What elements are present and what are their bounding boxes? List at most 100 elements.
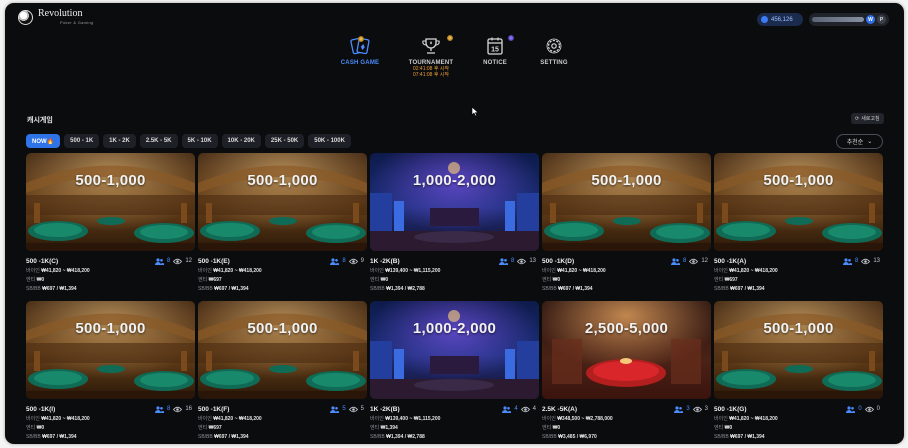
buyin-range: ₩41,820 ~ ₩418,200 bbox=[41, 268, 90, 274]
refresh-label: 새로고침 bbox=[861, 116, 880, 122]
filter-chip[interactable]: 500 - 1K bbox=[64, 134, 100, 148]
table-name: 2.5K -5K(A) bbox=[542, 405, 578, 413]
blinds-value: ₩1,394 / ₩2,788 bbox=[386, 286, 425, 292]
ante-label: 엔티 bbox=[542, 277, 552, 283]
table-thumbnail[interactable]: 500-1,000 bbox=[198, 301, 367, 399]
table-grid: 500-1,000 500 -1K(C) 8 12 바이인 ₩41,820 ~ … bbox=[26, 153, 884, 444]
table-thumbnail[interactable]: 1,000-2,000 bbox=[370, 153, 539, 251]
table-card[interactable]: 2,500-5,000 2.5K -5K(A) 3 3 바이인 ₩348,500… bbox=[542, 301, 711, 444]
balance-pill[interactable]: 456,126 bbox=[757, 13, 803, 26]
table-info: 바이인 ₩41,820 ~ ₩418,200 엔티 ₩697 SB/BB ₩69… bbox=[198, 267, 367, 294]
tournament-start-time-2: 07:41:08 후 시작 bbox=[412, 72, 450, 78]
table-card[interactable]: 1,000-2,000 1K -2K(B) 4 4 바이인 ₩139,400 ~… bbox=[370, 301, 539, 444]
table-thumbnail[interactable]: 2,500-5,000 bbox=[542, 301, 711, 399]
table-thumbnail[interactable]: 500-1,000 bbox=[542, 153, 711, 251]
buyin-label: 바이인 bbox=[26, 416, 40, 422]
table-stats: 8 12 bbox=[154, 257, 192, 265]
filter-chip[interactable]: 10K - 20K bbox=[221, 134, 261, 148]
points-badge[interactable]: P bbox=[877, 15, 886, 24]
buyin-label: 바이인 bbox=[542, 416, 556, 422]
filter-chip[interactable]: NOW🔥 bbox=[26, 134, 61, 148]
buyin-label: 바이인 bbox=[714, 416, 728, 422]
stakes-label: 500-1,000 bbox=[591, 172, 662, 189]
players-count: 8 bbox=[166, 258, 171, 264]
table-card[interactable]: 500-1,000 500 -1K(A) 8 13 바이인 ₩41,820 ~ … bbox=[714, 153, 883, 299]
ante-value: ₩0 bbox=[380, 277, 389, 283]
blinds-value: ₩697 / ₩1,394 bbox=[42, 434, 77, 440]
filter-chip[interactable]: 2.5K - 5K bbox=[139, 134, 178, 148]
table-info: 바이인 ₩41,820 ~ ₩418,200 엔티 ₩0 SB/BB ₩697 … bbox=[26, 267, 195, 294]
ante-label: 엔티 bbox=[714, 425, 724, 431]
nav-highlight-dot bbox=[358, 36, 364, 42]
ante-label: 엔티 bbox=[714, 277, 724, 283]
profile-pill[interactable]: W P bbox=[809, 13, 889, 26]
buyin-range: ₩139,400 ~ ₩1,115,200 bbox=[385, 268, 441, 274]
sort-dropdown[interactable]: 추천순 ⌄ bbox=[836, 134, 883, 149]
blinds-value: ₩697 / ₩1,394 bbox=[42, 286, 77, 292]
blinds-label: SB/BB bbox=[542, 286, 557, 292]
players-count: 0 bbox=[858, 406, 862, 412]
filter-chip[interactable]: 25K - 50K bbox=[264, 134, 305, 148]
ante-value: ₩0 bbox=[36, 425, 45, 431]
table-name: 500 -1K(F) bbox=[198, 405, 230, 413]
tournament-badge-dot bbox=[447, 35, 453, 41]
chevron-down-icon: ⌄ bbox=[867, 139, 873, 145]
table-thumbnail[interactable]: 500-1,000 bbox=[26, 153, 195, 251]
stakes-filter-bar: NOW🔥 500 - 1K 1K - 2K 2.5K - 5K 5K - 10K 10K … bbox=[26, 134, 351, 148]
players-icon bbox=[330, 257, 340, 265]
nav-tournament[interactable]: TOURNAMENT 02:41:08 후 시작 07:41:08 후 시작 bbox=[401, 36, 461, 78]
ante-value: ₩0 bbox=[552, 425, 561, 431]
blinds-value: ₩697 / ₩1,394 bbox=[214, 434, 249, 440]
table-name: 500 -1K(I) bbox=[26, 405, 56, 413]
table-stats: 4 4 bbox=[502, 405, 536, 413]
table-card[interactable]: 500-1,000 500 -1K(G) 0 0 바이인 ₩41,820 ~ ₩… bbox=[714, 301, 883, 444]
table-card[interactable]: 500-1,000 500 -1K(F) 5 5 바이인 ₩41,820 ~ ₩… bbox=[198, 301, 367, 444]
table-thumbnail[interactable]: 500-1,000 bbox=[26, 301, 195, 399]
watchers-count: 5 bbox=[360, 406, 364, 412]
blinds-label: SB/BB bbox=[26, 286, 41, 292]
players-count: 5 bbox=[342, 406, 346, 412]
stakes-label: 2,500-5,000 bbox=[584, 320, 669, 337]
players-icon bbox=[154, 405, 164, 413]
filter-chip[interactable]: 5K - 10K bbox=[181, 134, 218, 148]
table-thumbnail[interactable]: 500-1,000 bbox=[714, 153, 883, 251]
table-card[interactable]: 1,000-2,000 1K -2K(B) 8 13 바이인 ₩139,400 … bbox=[370, 153, 539, 299]
stakes-label: 500-1,000 bbox=[247, 320, 318, 337]
eye-icon bbox=[520, 406, 530, 412]
blinds-label: SB/BB bbox=[198, 286, 213, 292]
notice-badge-dot bbox=[508, 35, 514, 41]
profile-name-bar bbox=[812, 17, 864, 22]
nav-setting[interactable]: SETTING bbox=[524, 36, 584, 66]
refresh-button[interactable]: ⟳ 새로고침 bbox=[851, 113, 884, 124]
table-card[interactable]: 500-1,000 500 -1K(D) 8 12 바이인 ₩41,820 ~ … bbox=[542, 153, 711, 299]
table-card[interactable]: 500-1,000 500 -1K(C) 8 12 바이인 ₩41,820 ~ … bbox=[26, 153, 195, 299]
stakes-label: 500-1,000 bbox=[763, 172, 834, 189]
logo-icon bbox=[18, 9, 33, 25]
eye-icon bbox=[692, 406, 702, 412]
brand-logo[interactable]: Revolution Poker & Gaming bbox=[18, 9, 94, 25]
trophy-icon bbox=[420, 36, 442, 56]
blinds-label: SB/BB bbox=[26, 434, 41, 440]
table-stats: 0 0 bbox=[846, 405, 880, 413]
stakes-label: 1,000-2,000 bbox=[412, 172, 497, 189]
ante-value: ₩0 bbox=[552, 277, 561, 283]
filter-chip[interactable]: 1K - 2K bbox=[103, 134, 136, 148]
wallet-badge[interactable]: W bbox=[866, 15, 875, 24]
table-card[interactable]: 500-1,000 500 -1K(I) 8 16 바이인 ₩41,820 ~ … bbox=[26, 301, 195, 444]
nav-notice[interactable]: 15 NOTICE bbox=[465, 36, 525, 66]
players-icon bbox=[498, 257, 508, 265]
blinds-label: SB/BB bbox=[714, 286, 729, 292]
table-thumbnail[interactable]: 500-1,000 bbox=[198, 153, 367, 251]
table-card[interactable]: 500-1,000 500 -1K(E) 8 9 바이인 ₩41,820 ~ ₩… bbox=[198, 153, 367, 299]
table-info: 바이인 ₩139,400 ~ ₩1,115,200 엔티 ₩1,394 SB/B… bbox=[370, 415, 539, 442]
filter-chip[interactable]: 50K - 100K bbox=[308, 134, 351, 148]
eye-icon bbox=[173, 258, 183, 264]
watchers-count: 9 bbox=[360, 258, 364, 264]
players-icon bbox=[154, 257, 164, 265]
buyin-range: ₩41,820 ~ ₩418,200 bbox=[557, 268, 606, 274]
table-thumbnail[interactable]: 500-1,000 bbox=[714, 301, 883, 399]
table-thumbnail[interactable]: 1,000-2,000 bbox=[370, 301, 539, 399]
players-count: 8 bbox=[682, 258, 687, 264]
ante-value: ₩1,394 bbox=[380, 425, 398, 431]
buyin-range: ₩41,820 ~ ₩418,200 bbox=[729, 268, 778, 274]
